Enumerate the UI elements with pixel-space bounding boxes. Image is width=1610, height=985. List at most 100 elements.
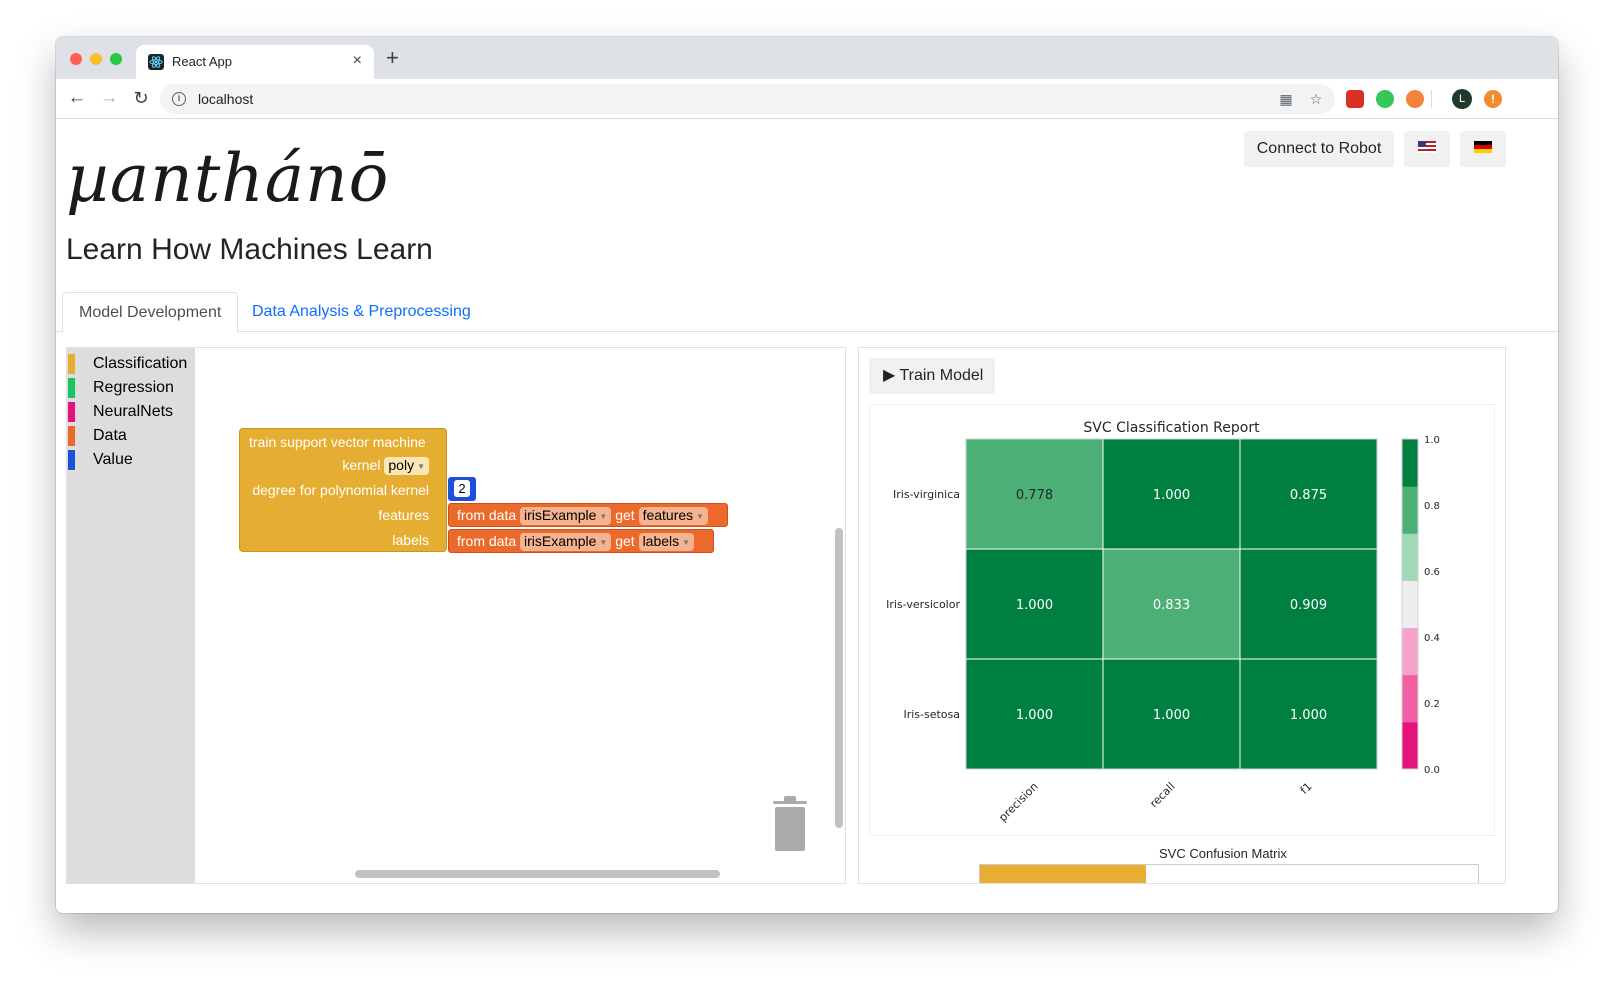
maximize-window-button[interactable] xyxy=(110,53,122,65)
workspace-horizontal-scrollbar[interactable] xyxy=(355,870,720,878)
connect-robot-button[interactable]: Connect to Robot xyxy=(1244,131,1394,167)
close-tab-icon[interactable]: × xyxy=(353,53,362,69)
tab-title: React App xyxy=(172,54,232,69)
heatmap-value: 0.875 xyxy=(1290,488,1327,503)
from-data-label: from data xyxy=(457,507,517,523)
german-flag-icon xyxy=(1474,141,1492,154)
workspace-vertical-scrollbar[interactable] xyxy=(835,528,843,828)
main-tabs: Model Development Data Analysis & Prepro… xyxy=(56,292,1558,333)
category-swatch xyxy=(68,450,75,470)
confusion-matrix-chart xyxy=(979,864,1479,883)
dataset-dropdown[interactable]: irisExample ▼ xyxy=(520,533,612,551)
heatmap-value: 1.000 xyxy=(1153,488,1190,503)
browser-toolbar: ← → ↻ i localhost ▦ ☆ xyxy=(56,79,1558,119)
number-block[interactable]: 2 xyxy=(448,477,476,501)
chart-title: SVC Classification Report xyxy=(1083,420,1260,436)
blockly-toolbox: Classification Regression NeuralNets Dat… xyxy=(67,348,195,883)
field-dropdown[interactable]: labels ▼ xyxy=(638,533,695,551)
colorbar-segment xyxy=(1402,439,1418,487)
back-arrow-icon[interactable]: ← xyxy=(66,87,88,109)
colorbar-tick-label: 0.8 xyxy=(1424,501,1440,512)
from-data-label: from data xyxy=(457,533,517,549)
features-data-block[interactable]: from data irisExample ▼ get features ▼ xyxy=(448,503,728,527)
react-icon xyxy=(148,54,164,70)
browser-window: React App × + ← → ↻ i localhost ▦ ☆ L ! … xyxy=(56,37,1558,913)
forward-arrow-icon[interactable]: → xyxy=(98,87,120,109)
new-tab-button[interactable]: + xyxy=(386,47,399,69)
toolbox-category-regression[interactable]: Regression xyxy=(67,376,195,400)
heatmap-value: 1.000 xyxy=(1290,708,1327,723)
kernel-dropdown[interactable]: poly ▼ xyxy=(384,457,429,475)
kernel-label: kernel xyxy=(342,457,381,473)
colorbar-segment xyxy=(1402,627,1418,676)
browser-tab[interactable]: React App × xyxy=(136,45,374,79)
url-text[interactable]: localhost xyxy=(198,91,253,107)
language-de-button[interactable] xyxy=(1460,131,1506,167)
category-label: NeuralNets xyxy=(93,403,174,420)
profile-avatar[interactable]: L xyxy=(1452,89,1472,109)
update-alert-icon[interactable]: ! xyxy=(1484,90,1502,108)
extension-m-icon[interactable] xyxy=(1376,90,1394,108)
field-value: features xyxy=(642,507,694,523)
get-label: get xyxy=(615,507,635,523)
degree-value[interactable]: 2 xyxy=(454,480,470,497)
reload-icon[interactable]: ↻ xyxy=(130,87,152,109)
results-panel: ▶ Train Model SVC Classification Report 0… xyxy=(858,347,1506,884)
y-tick-label: Iris-setosa xyxy=(903,708,960,721)
us-flag-icon xyxy=(1418,141,1436,154)
y-tick-label: Iris-versicolor xyxy=(886,598,960,611)
kernel-value: poly xyxy=(388,457,415,473)
toolbox-category-value[interactable]: Value xyxy=(67,448,195,472)
dataset-value: irisExample xyxy=(524,533,597,549)
train-model-label: Train Model xyxy=(899,367,984,384)
address-bar[interactable]: i localhost ▦ ☆ xyxy=(160,84,1335,114)
labels-data-block[interactable]: from data irisExample ▼ get labels ▼ xyxy=(448,529,714,553)
toolbar-divider xyxy=(1431,90,1432,108)
blockly-workspace[interactable]: Classification Regression NeuralNets Dat… xyxy=(66,347,846,884)
svm-block[interactable]: train support vector machine kernel poly… xyxy=(239,428,447,552)
toolbox-category-data[interactable]: Data xyxy=(67,424,195,448)
page-subtitle: Learn How Machines Learn xyxy=(66,233,433,266)
tab-data-analysis[interactable]: Data Analysis & Preprocessing xyxy=(236,292,487,333)
dropdown-caret-icon: ▼ xyxy=(417,461,425,471)
colorbar-tick-label: 0.4 xyxy=(1424,633,1440,644)
classification-report-card: SVC Classification Report 0.778 1.000 0.875… xyxy=(869,404,1495,836)
play-triangle-icon: ▶ xyxy=(883,367,896,384)
field-value: labels xyxy=(642,533,680,549)
category-label: Classification xyxy=(93,355,188,372)
heatmap-value: 0.778 xyxy=(1016,488,1053,503)
confusion-matrix-cell xyxy=(980,865,1146,883)
svm-block-title: train support vector machine xyxy=(249,434,426,450)
close-window-button[interactable] xyxy=(70,53,82,65)
toolbox-category-neuralnets[interactable]: NeuralNets xyxy=(67,400,195,424)
category-swatch xyxy=(68,378,75,398)
dropdown-caret-icon: ▼ xyxy=(682,537,691,547)
language-en-button[interactable] xyxy=(1404,131,1450,167)
heatmap-value: 1.000 xyxy=(1153,708,1190,723)
dropdown-caret-icon: ▼ xyxy=(696,511,705,521)
tab-model-development[interactable]: Model Development xyxy=(62,292,239,333)
translate-icon[interactable]: ▦ xyxy=(1278,91,1294,107)
x-tick-label: precision xyxy=(996,780,1040,824)
app-logo: µanthánō xyxy=(66,140,390,217)
extension-orange-icon[interactable] xyxy=(1406,90,1424,108)
dropdown-caret-icon: ▼ xyxy=(599,537,608,547)
classification-report-chart: SVC Classification Report 0.778 1.000 0.875… xyxy=(886,420,1440,824)
extension-red-icon[interactable] xyxy=(1346,90,1364,108)
x-tick-label: f1 xyxy=(1298,780,1315,797)
get-label: get xyxy=(615,533,635,549)
toolbox-category-classification[interactable]: Classification xyxy=(67,352,195,376)
app-page: µanthánō Learn How Machines Learn Connec… xyxy=(56,120,1558,913)
bookmark-star-icon[interactable]: ☆ xyxy=(1308,91,1324,107)
train-model-button[interactable]: ▶ Train Model xyxy=(869,358,995,394)
labels-label: labels xyxy=(392,532,429,548)
minimize-window-button[interactable] xyxy=(90,53,102,65)
trash-icon[interactable] xyxy=(771,795,809,853)
heatmap-value: 0.909 xyxy=(1290,598,1327,613)
field-dropdown[interactable]: features ▼ xyxy=(638,507,709,525)
dataset-value: irisExample xyxy=(524,507,597,523)
site-info-icon[interactable]: i xyxy=(172,92,186,106)
confusion-matrix-title: SVC Confusion Matrix xyxy=(1159,846,1287,861)
colorbar-segment xyxy=(1402,721,1418,770)
dataset-dropdown[interactable]: irisExample ▼ xyxy=(520,507,612,525)
